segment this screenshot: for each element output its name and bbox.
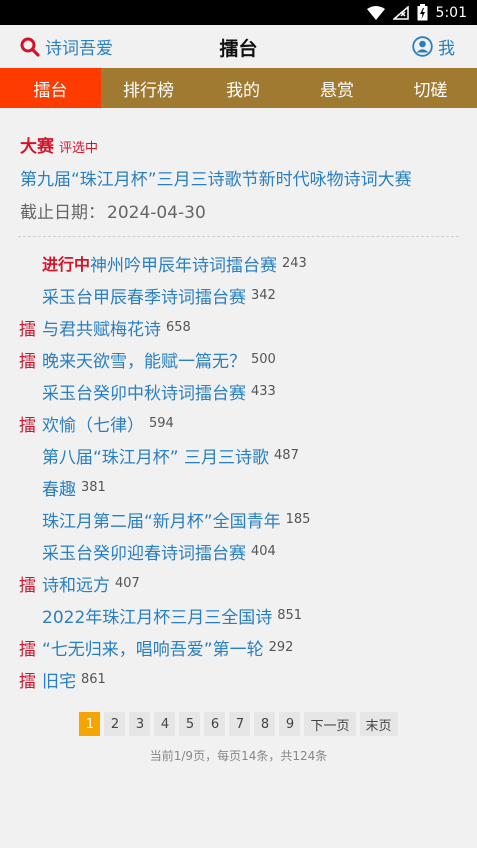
arena-count: 381	[81, 479, 106, 495]
contest-deadline: 截止日期： 2024-04-30	[20, 198, 457, 223]
page-6-button[interactable]: 6	[204, 712, 226, 736]
list-item[interactable]: 第八届“珠江月杯” 三月三诗歌 487	[19, 439, 477, 471]
arena-count: 407	[115, 575, 140, 591]
arena-title-link[interactable]: 诗和远方	[42, 571, 110, 596]
page-9-button[interactable]: 9	[279, 712, 301, 736]
page-7-button[interactable]: 7	[229, 712, 251, 736]
profile-label: 我	[438, 39, 455, 59]
contest-tag: 大赛	[20, 137, 54, 157]
arena-title-link[interactable]: 晚来天欲雪，能赋一篇无？	[42, 347, 246, 372]
arena-mark: 擂	[19, 319, 36, 340]
arena-count: 433	[251, 383, 276, 399]
search-icon	[20, 37, 40, 57]
status-time: 5:01	[435, 4, 467, 21]
featured-contest: 大赛 评选中 第九届“珠江月杯”三月三诗歌节新时代咏物诗词大赛 截止日期： 202…	[0, 108, 477, 223]
page-4-button[interactable]: 4	[154, 712, 176, 736]
tab-bounty[interactable]: 悬赏	[290, 68, 384, 108]
arena-count: 185	[285, 511, 311, 527]
tab-arena[interactable]: 擂台	[0, 68, 101, 108]
arena-title-link[interactable]: 旧宅	[42, 667, 76, 692]
wifi-icon	[366, 5, 385, 20]
list-item[interactable]: 进行中 神州吟甲辰年诗词擂台赛 243	[19, 247, 477, 279]
arena-title-link[interactable]: 神州吟甲辰年诗词擂台赛	[90, 251, 277, 276]
list-item[interactable]: 擂晚来天欲雪，能赋一篇无？ 500	[19, 343, 477, 375]
arena-count: 658	[166, 319, 191, 335]
arena-title-link[interactable]: “七无归来，唱响吾爱”第一轮	[42, 635, 264, 660]
in-progress-badge: 进行中	[42, 255, 91, 274]
page-2-button[interactable]: 2	[104, 712, 126, 736]
arena-title-link[interactable]: 第八届“珠江月杯” 三月三诗歌	[42, 443, 269, 468]
arena-list: 进行中 神州吟甲辰年诗词擂台赛 243 采玉台甲辰春季诗词擂台赛 342 擂与君共赋梅花诗…	[0, 237, 477, 695]
page-3-button[interactable]: 3	[129, 712, 151, 736]
contest-title-link[interactable]: 第九届“珠江月杯”三月三诗歌节新时代咏物诗词大赛	[20, 165, 457, 190]
list-item[interactable]: 擂与君共赋梅花诗 658	[19, 311, 477, 343]
arena-count: 292	[268, 639, 294, 655]
contest-status: 评选中	[59, 141, 99, 156]
arena-count: 594	[149, 415, 174, 431]
arena-count: 342	[251, 287, 276, 303]
arena-count: 500	[251, 351, 276, 367]
last-page-button[interactable]: 末页	[359, 712, 398, 736]
main-content: 大赛 评选中 第九届“珠江月杯”三月三诗歌节新时代咏物诗词大赛 截止日期： 202…	[0, 108, 477, 764]
arena-mark: 擂	[19, 575, 36, 596]
arena-mark: 擂	[19, 671, 36, 692]
pagination: 1 2 3 4 5 6 7 8 9 下一页 末页	[0, 712, 477, 736]
arena-count: 487	[274, 447, 299, 463]
arena-count: 851	[277, 607, 303, 623]
list-item[interactable]: 擂诗和远方 407	[19, 567, 477, 599]
tab-exchange[interactable]: 切磋	[384, 68, 477, 108]
page-8-button[interactable]: 8	[254, 712, 276, 736]
arena-mark: 擂	[19, 415, 36, 436]
list-item[interactable]: 珠江月第二届“新月杯”全国青年 185	[19, 503, 477, 535]
tab-bar: 擂台 排行榜 我的 悬赏 切磋	[0, 68, 477, 108]
no-signal-icon	[392, 5, 409, 20]
list-item[interactable]: 擂欢愉（七律） 594	[19, 407, 477, 439]
next-page-button[interactable]: 下一页	[304, 712, 356, 736]
arena-count: 861	[81, 671, 106, 687]
arena-mark: 擂	[19, 639, 36, 660]
profile-link[interactable]: 我	[412, 25, 455, 68]
pagination-info: 当前1/9页，每页14条，共124条	[149, 749, 328, 763]
list-item[interactable]: 2022年珠江月杯三月三全国诗 851	[19, 599, 477, 631]
tab-ranking[interactable]: 排行榜	[101, 68, 196, 108]
list-item[interactable]: 擂旧宅 861	[19, 663, 477, 695]
list-item[interactable]: 春趣 381	[19, 471, 477, 503]
deadline-value: 2024-04-30	[107, 203, 206, 223]
arena-title-link[interactable]: 2022年珠江月杯三月三全国诗	[42, 603, 272, 628]
arena-title-link[interactable]: 与君共赋梅花诗	[42, 315, 161, 340]
app-header: 诗词吾爱 擂台 我	[0, 25, 477, 68]
arena-title-link[interactable]: 欢愉（七律）	[42, 411, 144, 436]
page-1-button[interactable]: 1	[79, 712, 101, 736]
arena-title-link[interactable]: 采玉台甲辰春季诗词擂台赛	[42, 283, 246, 308]
battery-icon	[417, 4, 428, 21]
list-item[interactable]: 采玉台甲辰春季诗词擂台赛 342	[19, 279, 477, 311]
list-item[interactable]: 采玉台癸卯中秋诗词擂台赛 433	[19, 375, 477, 407]
search-link[interactable]: 诗词吾爱	[20, 25, 113, 68]
arena-title-link[interactable]: 春趣	[42, 475, 76, 500]
list-item[interactable]: 采玉台癸卯迎春诗词擂台赛 404	[19, 535, 477, 567]
arena-title-link[interactable]: 珠江月第二届“新月杯”全国青年	[42, 507, 281, 532]
user-icon	[412, 36, 433, 57]
arena-title-link[interactable]: 采玉台癸卯中秋诗词擂台赛	[42, 379, 246, 404]
contest-header: 大赛 评选中	[20, 132, 457, 157]
status-bar: 5:01	[0, 0, 477, 25]
arena-count: 243	[282, 255, 307, 271]
list-item[interactable]: 擂 “七无归来，唱响吾爱”第一轮 292	[19, 631, 477, 663]
arena-count: 404	[251, 543, 276, 559]
arena-mark: 擂	[19, 351, 36, 372]
arena-title-link[interactable]: 采玉台癸卯迎春诗词擂台赛	[42, 539, 246, 564]
deadline-label: 截止日期：	[20, 203, 105, 223]
page-5-button[interactable]: 5	[179, 712, 201, 736]
search-label: 诗词吾爱	[45, 39, 113, 59]
tab-mine[interactable]: 我的	[196, 68, 290, 108]
